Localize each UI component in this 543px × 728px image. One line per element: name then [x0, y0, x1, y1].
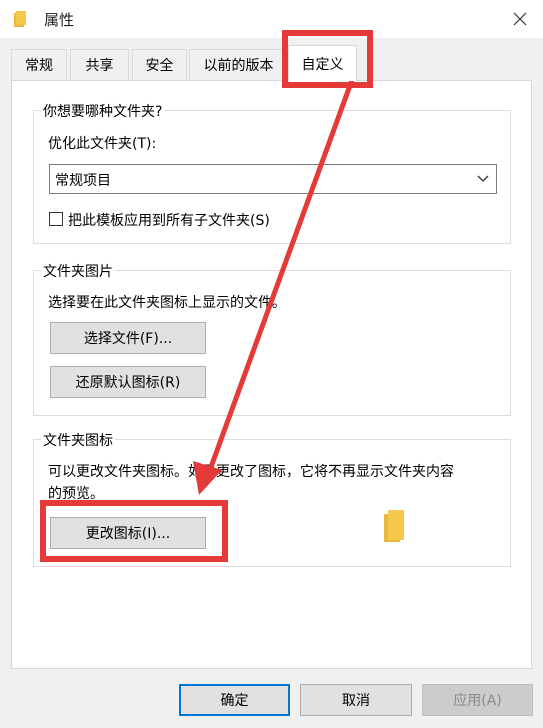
- choose-file-button[interactable]: 选择文件(F)...: [50, 322, 206, 354]
- ok-button[interactable]: 确定: [179, 684, 290, 716]
- folder-icon-group: 文件夹图标 可以更改文件夹图标。如果更改了图标，它将不再显示文件夹内容 的预览。…: [33, 430, 511, 567]
- dialog-footer: 确定 取消 应用(A): [0, 669, 543, 728]
- tab-panel-customize: 你想要哪种文件夹? 优化此文件夹(T): 常规项目 把此模板应用到所有子文件夹(…: [11, 80, 532, 669]
- folder-picture-desc: 选择要在此文件夹图标上显示的文件。: [48, 295, 286, 311]
- tab-previous-versions[interactable]: 以前的版本: [189, 49, 288, 80]
- restore-default-button[interactable]: 还原默认图标(R): [50, 366, 206, 398]
- apply-subfolders-label: 把此模板应用到所有子文件夹(S): [68, 213, 270, 229]
- folder-type-group: 你想要哪种文件夹? 优化此文件夹(T): 常规项目 把此模板应用到所有子文件夹(…: [33, 101, 511, 244]
- window-title: 属性: [44, 11, 75, 29]
- apply-subfolders-checkbox[interactable]: [49, 212, 63, 226]
- change-icon-button[interactable]: 更改图标(I)...: [50, 517, 206, 549]
- folder-icon-desc-line1: 可以更改文件夹图标。如果更改了图标，它将不再显示文件夹内容: [48, 464, 454, 480]
- close-icon: [513, 12, 527, 26]
- tab-sharing[interactable]: 共享: [70, 49, 129, 80]
- folder-type-title: 你想要哪种文件夹?: [41, 101, 165, 121]
- close-button[interactable]: [497, 0, 543, 38]
- tab-general[interactable]: 常规: [11, 49, 67, 80]
- folder-icon-desc-line2: 的预览。: [48, 486, 104, 502]
- optimize-select[interactable]: 常规项目: [49, 164, 497, 194]
- title-bar: 属性: [0, 0, 543, 38]
- optimize-label: 优化此文件夹(T):: [48, 136, 157, 152]
- folder-icon: [14, 11, 26, 27]
- folder-preview-icon: [384, 510, 404, 542]
- folder-picture-group: 文件夹图片 选择要在此文件夹图标上显示的文件。 选择文件(F)... 还原默认图…: [33, 261, 511, 416]
- tab-customize[interactable]: 自定义: [288, 45, 357, 81]
- chevron-down-icon: [477, 175, 489, 182]
- folder-icon-title: 文件夹图标: [41, 430, 115, 450]
- apply-button[interactable]: 应用(A): [422, 684, 533, 716]
- optimize-select-value: 常规项目: [55, 173, 111, 189]
- tab-security[interactable]: 安全: [132, 49, 187, 80]
- cancel-button[interactable]: 取消: [300, 684, 412, 716]
- folder-picture-title: 文件夹图片: [41, 261, 115, 281]
